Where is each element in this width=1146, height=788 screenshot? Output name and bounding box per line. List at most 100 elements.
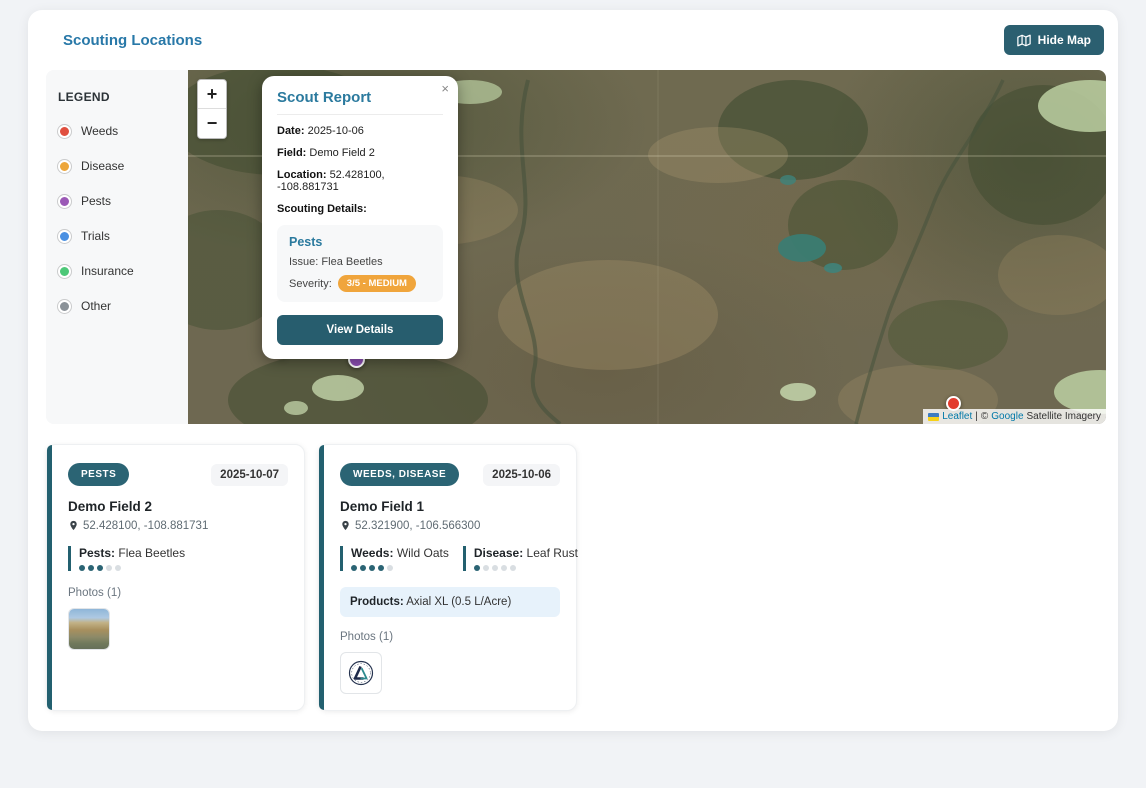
severity-dot [360,565,366,571]
issue-text: Issue: Flea Beetles [289,256,431,268]
satellite-map[interactable]: + − × Scout Report Date: 2025-10-06 Fiel… [188,70,1106,424]
field-label: Field: [277,147,306,159]
issue-type-label: Disease: [474,546,523,560]
severity-dot [483,565,489,571]
location-label: Location: [277,169,327,181]
legend-item-label: Insurance [81,264,134,278]
product-logo-icon [347,659,375,687]
legend-item-other: Other [58,299,180,313]
ukraine-flag-icon [928,413,939,421]
severity-dot [106,565,112,571]
map-attribution: Leaflet | © Google Satellite Imagery [923,409,1106,424]
severity-dot [474,565,480,571]
legend-item-label: Disease [81,159,124,173]
popup-date: Date: 2025-10-06 [277,125,443,137]
issue-type-label: Pests: [79,546,115,560]
issue-type-label: Weeds: [351,546,393,560]
map-section: LEGEND WeedsDiseasePestsTrialsInsuranceO… [46,70,1106,424]
category-badge: WEEDS, DISEASE [340,463,459,486]
severity-dots [79,565,185,571]
details-label: Scouting Details: [277,203,367,215]
issue-item: Weeds: Wild Oats [340,546,449,571]
map-icon [1017,34,1031,47]
severity-row: Severity: 3/5 - MEDIUM [289,275,431,292]
hide-map-label: Hide Map [1038,33,1091,47]
card-header: PESTS 2025-10-07 [68,463,288,486]
location-pin-icon [340,519,351,532]
date-value: 2025-10-06 [308,125,364,137]
popup-title: Scout Report [277,89,443,115]
pests-marker-icon [58,195,71,208]
scout-card: WEEDS, DISEASE2025-10-06Demo Field 152.3… [318,444,577,711]
legend-item-insurance: Insurance [58,264,180,278]
page-title: Scouting Locations [63,32,202,49]
other-marker-icon [58,300,71,313]
photos-label: Photos (1) [340,631,560,643]
issue-line: Weeds: Wild Oats [351,546,449,560]
severity-dots [351,565,449,571]
issue-line: Disease: Leaf Rust [474,546,578,560]
photos-label: Photos (1) [68,587,288,599]
issue-value: Leaf Rust [527,546,578,560]
legend-item-pests: Pests [58,194,180,208]
hide-map-button[interactable]: Hide Map [1004,25,1104,55]
weeds-marker-icon [58,125,71,138]
popup-details-heading: Scouting Details: [277,203,443,215]
scouting-locations-panel: Scouting Locations Hide Map LEGEND Weeds… [28,10,1118,731]
severity-dots [474,565,578,571]
coordinates: 52.321900, -106.566300 [355,520,480,532]
legend-item-label: Other [81,299,111,313]
legend-item-label: Pests [81,194,111,208]
popup-field: Field: Demo Field 2 [277,147,443,159]
legend-item-disease: Disease [58,159,180,173]
issue-line: Pests: Flea Beetles [79,546,185,560]
legend-panel: LEGEND WeedsDiseasePestsTrialsInsuranceO… [46,70,188,424]
issue-value: Flea Beetles [321,256,382,268]
attribution-separator: | [975,411,978,422]
leaflet-link[interactable]: Leaflet [942,411,972,422]
popup-issue-box: Pests Issue: Flea Beetles Severity: 3/5 … [277,225,443,302]
severity-dot [88,565,94,571]
legend-item-label: Trials [81,229,110,243]
severity-dot [79,565,85,571]
location-pin-icon [68,519,79,532]
category-badge: PESTS [68,463,129,486]
close-icon[interactable]: × [441,82,449,95]
field-location: 52.321900, -106.566300 [340,519,560,532]
severity-dot [510,565,516,571]
severity-dot [97,565,103,571]
field-photo [69,609,109,649]
field-value: Demo Field 2 [309,147,374,159]
map-zoom-control: + − [197,79,227,139]
legend-item-label: Weeds [81,124,118,138]
photo-thumbnail[interactable] [340,652,382,694]
google-link[interactable]: Google [991,411,1023,422]
products-box: Products: Axial XL (0.5 L/Acre) [340,587,560,617]
coordinates: 52.428100, -108.881731 [83,520,208,532]
trials-marker-icon [58,230,71,243]
field-title: Demo Field 1 [340,499,560,514]
scout-report-popup: × Scout Report Date: 2025-10-06 Field: D… [262,76,458,359]
disease-marker-icon [58,160,71,173]
popup-location: Location: 52.428100, -108.881731 [277,169,443,193]
issue-value: Wild Oats [397,546,449,560]
date-badge: 2025-10-07 [211,464,288,486]
severity-dot [492,565,498,571]
insurance-marker-icon [58,265,71,278]
field-location: 52.428100, -108.881731 [68,519,288,532]
header: Scouting Locations Hide Map [28,10,1118,70]
view-details-button[interactable]: View Details [277,315,443,345]
severity-dot [351,565,357,571]
zoom-out-button[interactable]: − [198,109,226,138]
photo-thumbnail[interactable] [68,608,110,650]
zoom-in-button[interactable]: + [198,80,226,109]
attribution-suffix: Satellite Imagery [1027,411,1101,422]
severity-label: Severity: [289,278,332,290]
severity-badge: 3/5 - MEDIUM [338,275,416,292]
severity-dot [387,565,393,571]
attribution-copyright: © [981,411,988,422]
issues-row: Weeds: Wild OatsDisease: Leaf Rust [340,546,560,571]
products-value: Axial XL (0.5 L/Acre) [406,596,511,608]
scout-cards-row: PESTS 2025-10-07 Demo Field 2 52.428100, -1… [46,444,1106,711]
field-title: Demo Field 2 [68,499,288,514]
